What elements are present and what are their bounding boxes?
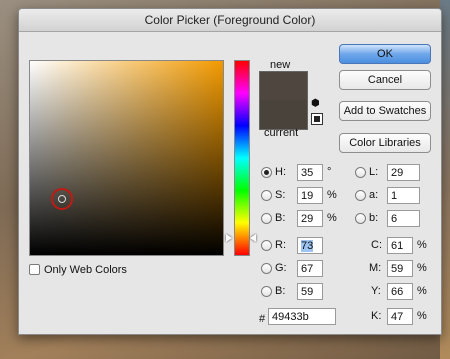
hue-input[interactable]: 35	[297, 164, 323, 181]
current-label: current	[264, 127, 299, 139]
color-libraries-button[interactable]: Color Libraries	[339, 133, 431, 153]
hex-input[interactable]: 49433b	[268, 308, 336, 325]
cyan-label: C:	[371, 239, 382, 251]
color-field-marker[interactable]	[51, 188, 73, 210]
saturation-input[interactable]: 19	[297, 187, 323, 204]
black-input[interactable]: 47	[387, 308, 413, 325]
saturation-label: S:	[275, 189, 286, 201]
hue-slider[interactable]	[234, 60, 250, 256]
cancel-button[interactable]: Cancel	[339, 70, 431, 90]
current-color-swatch[interactable]	[259, 100, 308, 130]
color-field[interactable]	[29, 60, 224, 256]
lab-l-radio[interactable]	[355, 167, 366, 178]
green-label: G:	[275, 262, 287, 274]
lab-a-input[interactable]: 1	[387, 187, 420, 204]
color-picker-dialog: Color Picker (Foreground Color) new curr…	[18, 8, 442, 335]
red-radio[interactable]	[261, 240, 272, 251]
lab-l-input[interactable]: 29	[387, 164, 420, 181]
black-unit: %	[417, 310, 427, 322]
yellow-unit: %	[417, 285, 427, 297]
lab-a-label: a:	[369, 189, 379, 201]
hex-label: #	[259, 313, 266, 325]
red-label: R:	[275, 239, 286, 251]
only-web-colors-checkbox[interactable]	[29, 264, 40, 275]
window-title: Color Picker (Foreground Color)	[19, 9, 441, 32]
hue-unit: °	[327, 166, 332, 178]
web-safe-square-icon[interactable]	[311, 113, 323, 125]
hue-radio[interactable]	[261, 167, 272, 178]
saturation-radio[interactable]	[261, 190, 272, 201]
blue-label: B:	[275, 285, 286, 297]
yellow-label: Y:	[371, 285, 381, 297]
green-input[interactable]: 67	[297, 260, 323, 277]
brightness-radio[interactable]	[261, 213, 272, 224]
ok-button[interactable]: OK	[339, 44, 431, 64]
saturation-unit: %	[327, 189, 337, 201]
magenta-unit: %	[417, 262, 427, 274]
add-to-swatches-button[interactable]: Add to Swatches	[339, 101, 431, 121]
new-color-swatch	[259, 71, 308, 101]
only-web-colors-label: Only Web Colors	[44, 264, 127, 276]
hue-slider-right-handle[interactable]	[250, 234, 256, 242]
red-input[interactable]: 73	[297, 237, 323, 254]
lab-b-input[interactable]: 6	[387, 210, 420, 227]
brightness-label: B:	[275, 212, 286, 224]
cyan-unit: %	[417, 239, 427, 251]
brightness-unit: %	[327, 212, 337, 224]
lab-a-radio[interactable]	[355, 190, 366, 201]
yellow-input[interactable]: 66	[387, 283, 413, 300]
green-radio[interactable]	[261, 263, 272, 274]
lab-l-label: L:	[369, 166, 379, 178]
magenta-input[interactable]: 59	[387, 260, 413, 277]
blue-input[interactable]: 59	[297, 283, 323, 300]
lab-b-label: b:	[369, 212, 379, 224]
magenta-label: M:	[369, 262, 382, 274]
black-label: K:	[371, 310, 382, 322]
hue-slider-left-handle[interactable]	[226, 234, 232, 242]
lab-b-radio[interactable]	[355, 213, 366, 224]
red-input-value: 73	[301, 240, 314, 252]
cyan-input[interactable]: 61	[387, 237, 413, 254]
blue-radio[interactable]	[261, 286, 272, 297]
cube-icon[interactable]: ⬢	[311, 98, 320, 109]
brightness-input[interactable]: 29	[297, 210, 323, 227]
hue-label: H:	[275, 166, 286, 178]
new-label: new	[270, 59, 291, 71]
